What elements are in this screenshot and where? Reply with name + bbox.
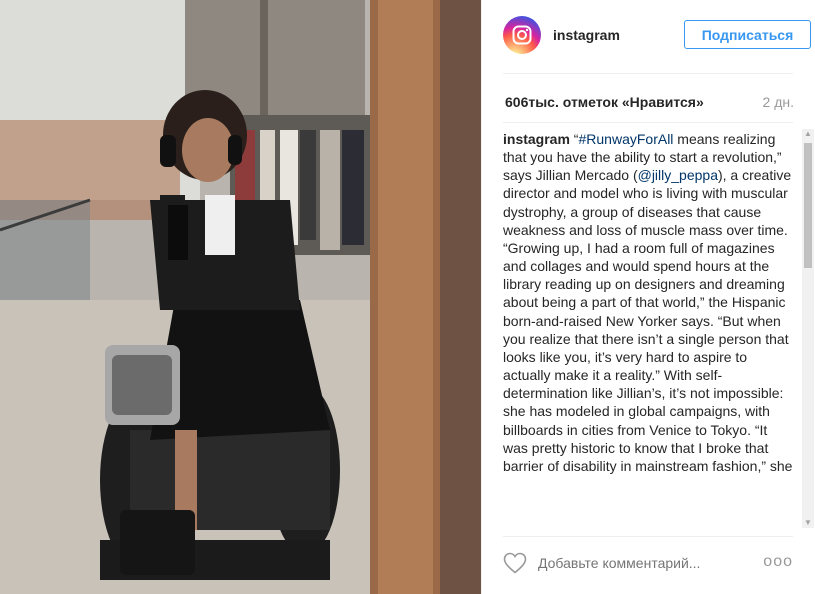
likes-row: 606тыс. отметок «Нравится» 2 дн. [503,94,794,114]
caption-hashtag[interactable]: #RunwayForAll [578,131,673,147]
caption-text: instagram “#RunwayForAll means realizing… [503,130,800,475]
avatar[interactable] [503,16,541,54]
follow-button[interactable]: Подписаться [684,20,811,49]
caption-text-part: ), a creative director and model who is … [503,167,793,474]
post-header: instagram Подписаться [503,16,811,56]
caption-mention[interactable]: @jilly_peppa [638,167,718,183]
more-options-icon[interactable]: ооо [763,553,793,571]
header-username[interactable]: instagram [553,27,620,43]
scroll-up-arrow-icon[interactable]: ▲ [802,129,814,139]
caption-username[interactable]: instagram [503,131,570,147]
caption-scrollbar[interactable]: ▲ ▼ [802,129,814,528]
divider [503,122,793,123]
likes-count[interactable]: 606тыс. отметок «Нравится» [505,94,704,110]
post-photo-image [0,0,481,594]
post-photo[interactable] [0,0,481,594]
post-age[interactable]: 2 дн. [763,94,794,110]
instagram-logo-icon [512,25,532,45]
scrollbar-thumb[interactable] [804,143,812,268]
comment-input[interactable] [538,555,738,571]
divider [503,536,793,537]
scroll-down-arrow-icon[interactable]: ▼ [802,518,814,528]
post-details-panel: instagram Подписаться 606тыс. отметок «Н… [481,0,815,594]
heart-icon[interactable] [503,552,527,574]
divider [503,73,793,74]
caption-container[interactable]: instagram “#RunwayForAll means realizing… [503,130,800,528]
comment-row: ооо [503,548,793,578]
